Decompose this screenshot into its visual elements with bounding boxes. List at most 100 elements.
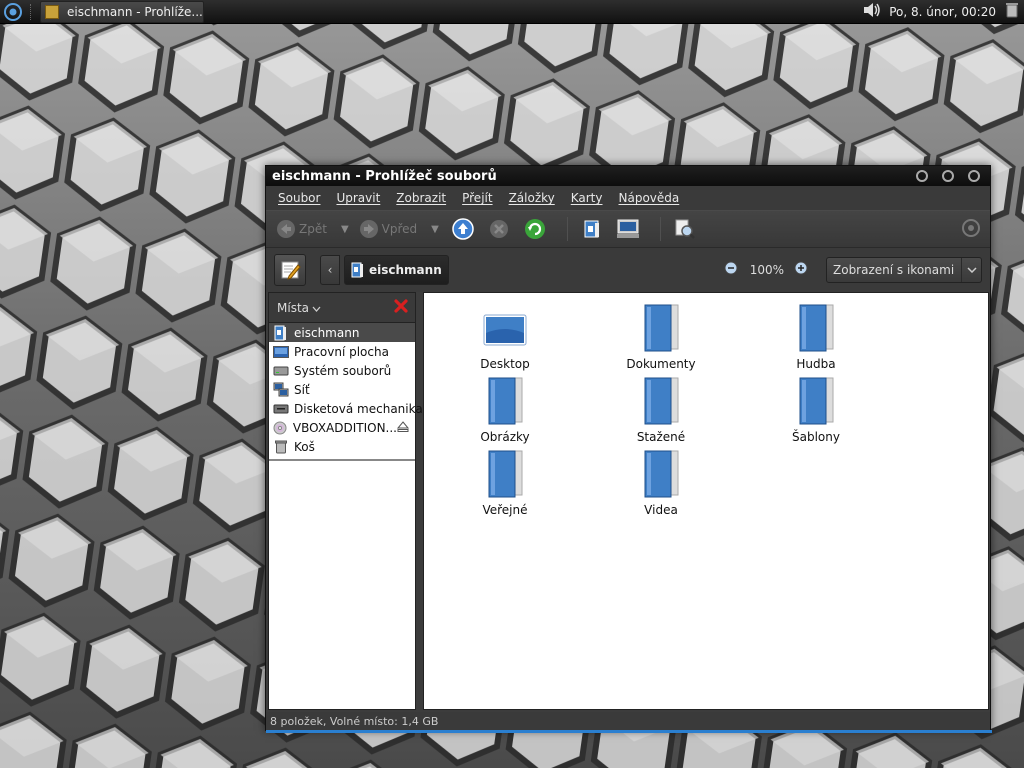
sidebar-item-desktop[interactable]: Pracovní plocha: [269, 342, 415, 361]
menu-zalozky[interactable]: Záložky: [509, 191, 555, 205]
sidebar-item-trash[interactable]: Koš: [269, 437, 415, 456]
back-button-label: Zpět: [299, 222, 327, 236]
top-panel: eischmann - Prohlíže... Po, 8. únor, 00:…: [0, 0, 1024, 24]
back-history-dropdown[interactable]: ▼: [341, 224, 349, 235]
trash-applet-icon[interactable]: [1006, 2, 1018, 21]
file-item-hudba[interactable]: Hudba: [761, 303, 871, 371]
folder-icon: [644, 377, 679, 425]
file-item-sablony[interactable]: Šablony: [761, 376, 871, 444]
volume-icon[interactable]: [863, 3, 881, 20]
file-item-verejne[interactable]: Veřejné: [450, 449, 560, 517]
file-item-label: Šablony: [792, 430, 840, 444]
sidebar-item-label: Síť: [294, 382, 310, 397]
sidebar-item-vboxadditions[interactable]: VBOXADDITION...: [269, 418, 415, 437]
back-button[interactable]: Zpět: [276, 215, 327, 243]
menu-zobrazit[interactable]: Zobrazit: [396, 191, 446, 205]
folder-icon: [799, 377, 834, 425]
view-mode-select[interactable]: Zobrazení s ikonami: [826, 257, 982, 283]
search-icon: [675, 219, 695, 239]
home-folder-icon: [584, 220, 599, 238]
file-item-dokumenty[interactable]: Dokumenty: [606, 303, 716, 371]
stop-icon: [489, 220, 508, 238]
search-button[interactable]: [671, 215, 699, 243]
desktop-icon: [273, 344, 289, 360]
file-item-videa[interactable]: Videa: [606, 449, 716, 517]
places-sidebar: Místa eischmann Pracovní plocha Systém s…: [268, 292, 423, 710]
menu-karty[interactable]: Karty: [571, 191, 603, 205]
eject-icon[interactable]: [396, 420, 410, 435]
applications-menu-logo-icon[interactable]: [0, 0, 26, 24]
view-mode-value: Zobrazení s ikonami: [833, 263, 955, 277]
menu-soubor[interactable]: Soubor: [278, 191, 320, 205]
up-button[interactable]: [449, 215, 477, 243]
statusbar: 8 položek, Volné místo: 1,4 GB: [266, 712, 990, 730]
sidebar-item-label: eischmann: [294, 325, 360, 340]
maximize-button[interactable]: [942, 170, 954, 182]
folder-icon: [644, 450, 679, 498]
forward-history-dropdown[interactable]: ▼: [431, 224, 439, 235]
file-item-desktop[interactable]: Desktop: [450, 303, 560, 371]
zoom-in-icon[interactable]: [794, 261, 810, 280]
sidebar-item-filesystem[interactable]: Systém souborů: [269, 361, 415, 380]
panel-separator: [30, 3, 36, 20]
menu-prejit[interactable]: Přejít: [462, 191, 492, 205]
home-folder-icon: [273, 325, 289, 341]
sidebar-item-eischmann[interactable]: eischmann: [269, 323, 415, 342]
sidebar-item-floppy[interactable]: Disketová mechanika: [269, 399, 423, 418]
desktop-folder-icon: [483, 314, 527, 346]
folder-icon: [488, 377, 523, 425]
path-button-label: eischmann: [369, 263, 442, 277]
back-arrow-icon: [277, 220, 295, 238]
window-titlebar[interactable]: eischmann - Prohlížeč souborů: [266, 166, 990, 186]
reload-button[interactable]: [521, 215, 549, 243]
path-scroll-left-button[interactable]: ‹: [320, 255, 340, 285]
reload-icon: [524, 219, 545, 239]
file-manager-task-icon: [45, 4, 59, 19]
toolbar-separator: [659, 217, 661, 241]
sidebar-item-label: Koš: [294, 439, 315, 454]
close-sidebar-icon[interactable]: [393, 298, 409, 317]
file-item-stazene[interactable]: Stažené: [606, 376, 716, 444]
folder-icon: [644, 304, 679, 352]
cdrom-icon: [273, 420, 288, 436]
zoom-out-icon[interactable]: [724, 261, 740, 280]
window-bottom-accent: [266, 730, 992, 733]
edit-location-icon: [281, 261, 301, 280]
sidebar-item-network[interactable]: Síť: [269, 380, 415, 399]
toggle-location-entry-button[interactable]: [274, 254, 306, 286]
sidebar-item-label: VBOXADDITION...: [292, 420, 397, 435]
chevron-down-icon: [961, 258, 981, 282]
trash-icon: [273, 439, 289, 455]
file-item-obrazky[interactable]: Obrázky: [450, 376, 560, 444]
file-item-label: Videa: [644, 503, 678, 517]
home-button[interactable]: [578, 215, 606, 243]
places-divider: [269, 459, 415, 461]
path-button-home[interactable]: eischmann: [344, 255, 449, 285]
sidebar-header: Místa: [269, 293, 415, 323]
menu-napoveda[interactable]: Nápověda: [619, 191, 680, 205]
sidebar-mode-select[interactable]: Místa: [277, 301, 309, 315]
window-controls: [916, 170, 980, 182]
floppy-drive-icon: [273, 401, 289, 417]
folder-icon: [799, 304, 834, 352]
file-item-label: Obrázky: [480, 430, 530, 444]
menubar: Soubor Upravit Zobrazit Přejít Záložky K…: [266, 186, 990, 210]
file-manager-window: eischmann - Prohlížeč souborů Soubor Upr…: [265, 165, 992, 733]
menu-upravit[interactable]: Upravit: [336, 191, 380, 205]
computer-button[interactable]: [614, 215, 642, 243]
taskbar-window-title: eischmann - Prohlíže...: [67, 4, 203, 19]
zoom-level[interactable]: 100%: [750, 263, 784, 277]
network-icon: [273, 382, 289, 398]
forward-arrow-icon: [359, 220, 378, 238]
file-item-label: Desktop: [480, 357, 530, 371]
taskbar-window-button[interactable]: eischmann - Prohlíže...: [40, 0, 204, 23]
file-item-label: Stažené: [636, 430, 686, 444]
forward-button-label: Vpřed: [381, 222, 418, 236]
clock[interactable]: Po, 8. únor, 00:20: [889, 5, 996, 19]
stop-button[interactable]: [485, 215, 513, 243]
file-icon-view[interactable]: Desktop Dokumenty Hudba Obrázky Stažené …: [423, 292, 989, 710]
chevron-down-icon[interactable]: [312, 301, 321, 315]
close-button[interactable]: [968, 170, 980, 182]
forward-button[interactable]: Vpřed: [359, 215, 418, 243]
minimize-button[interactable]: [916, 170, 928, 182]
